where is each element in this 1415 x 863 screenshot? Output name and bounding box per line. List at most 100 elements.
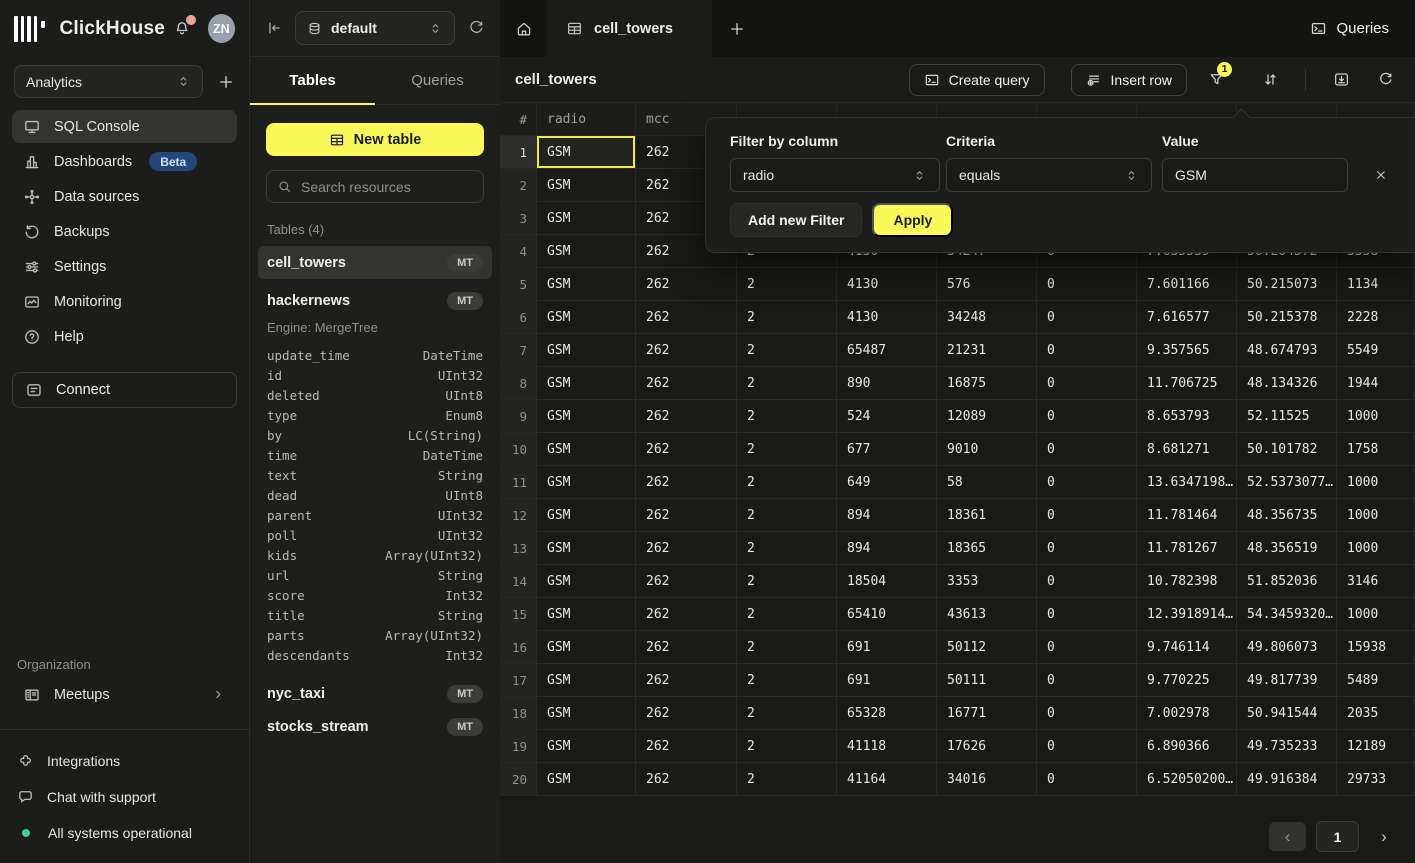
cell-r7-c4[interactable]: 65487 (837, 334, 937, 367)
cell-r19-c6[interactable]: 0 (1037, 730, 1137, 763)
database-select[interactable]: default (295, 11, 455, 45)
cell-r14-c7[interactable]: 10.782398 (1137, 565, 1237, 598)
cell-r14-c8[interactable]: 51.852036 (1237, 565, 1337, 598)
row-number[interactable]: 12 (500, 499, 537, 532)
cell-r20-c3[interactable]: 2 (737, 763, 837, 796)
cell-r13-c1[interactable]: GSM (537, 532, 636, 565)
cell-r15-c3[interactable]: 2 (737, 598, 837, 631)
insert-row-button[interactable]: Insert row (1071, 64, 1187, 96)
cell-r4-c1[interactable]: GSM (537, 235, 636, 268)
cell-r6-c6[interactable]: 0 (1037, 301, 1137, 334)
cell-r13-c7[interactable]: 11.781267 (1137, 532, 1237, 565)
cell-r11-c8[interactable]: 52.5373077… (1237, 466, 1337, 499)
remove-filter-button[interactable] (1374, 168, 1388, 182)
cell-r7-c5[interactable]: 21231 (937, 334, 1037, 367)
cell-r16-c2[interactable]: 262 (636, 631, 737, 664)
cell-r9-c3[interactable]: 2 (737, 400, 837, 433)
cell-r9-c8[interactable]: 52.11525 (1237, 400, 1337, 433)
row-number[interactable]: 9 (500, 400, 537, 433)
cell-r5-c3[interactable]: 2 (737, 268, 837, 301)
cell-r15-c2[interactable]: 262 (636, 598, 737, 631)
next-page-button[interactable]: › (1369, 827, 1399, 847)
cell-r13-c9[interactable]: 1000 (1337, 532, 1415, 565)
sidebar-item-monitoring[interactable]: Monitoring (12, 285, 237, 318)
cell-r11-c4[interactable]: 649 (837, 466, 937, 499)
cell-r17-c9[interactable]: 5489 (1337, 664, 1415, 697)
cell-r18-c4[interactable]: 65328 (837, 697, 937, 730)
cell-r5-c6[interactable]: 0 (1037, 268, 1137, 301)
sidebar-item-data-sources[interactable]: Data sources (12, 180, 237, 213)
cell-r5-c2[interactable]: 262 (636, 268, 737, 301)
cell-r12-c1[interactable]: GSM (537, 499, 636, 532)
create-query-button[interactable]: Create query (909, 64, 1045, 96)
cell-r8-c6[interactable]: 0 (1037, 367, 1137, 400)
cell-r14-c3[interactable]: 2 (737, 565, 837, 598)
cell-r12-c4[interactable]: 894 (837, 499, 937, 532)
cell-r5-c5[interactable]: 576 (937, 268, 1037, 301)
filter-column-select[interactable]: radio (730, 158, 940, 192)
cell-r9-c7[interactable]: 8.653793 (1137, 400, 1237, 433)
row-number[interactable]: 7 (500, 334, 537, 367)
cell-r18-c5[interactable]: 16771 (937, 697, 1037, 730)
row-number[interactable]: 14 (500, 565, 537, 598)
cell-r16-c9[interactable]: 15938 (1337, 631, 1415, 664)
cell-r9-c2[interactable]: 262 (636, 400, 737, 433)
footer-item-all-systems-operational[interactable]: All systems operational (17, 818, 232, 847)
table-item-stocks-stream[interactable]: stocks_stream MT (258, 710, 492, 743)
sidebar-item-backups[interactable]: Backups (12, 215, 237, 248)
cell-r17-c6[interactable]: 0 (1037, 664, 1137, 697)
cell-r17-c4[interactable]: 691 (837, 664, 937, 697)
new-tab-button[interactable] (712, 0, 761, 57)
cell-r12-c9[interactable]: 1000 (1337, 499, 1415, 532)
cell-r20-c1[interactable]: GSM (537, 763, 636, 796)
cell-r8-c8[interactable]: 48.134326 (1237, 367, 1337, 400)
row-number[interactable]: 19 (500, 730, 537, 763)
cell-r8-c9[interactable]: 1944 (1337, 367, 1415, 400)
current-page[interactable]: 1 (1316, 821, 1359, 852)
sidebar-item-sql-console[interactable]: SQL Console (12, 110, 237, 143)
cell-r11-c9[interactable]: 1000 (1337, 466, 1415, 499)
sort-button[interactable] (1255, 65, 1285, 95)
row-number[interactable]: 17 (500, 664, 537, 697)
cell-r13-c8[interactable]: 48.356519 (1237, 532, 1337, 565)
cell-r12-c6[interactable]: 0 (1037, 499, 1137, 532)
refresh-data-button[interactable] (1370, 65, 1400, 95)
cell-r15-c8[interactable]: 54.3459320… (1237, 598, 1337, 631)
row-number[interactable]: 10 (500, 433, 537, 466)
cell-r12-c5[interactable]: 18361 (937, 499, 1037, 532)
cell-r9-c9[interactable]: 1000 (1337, 400, 1415, 433)
cell-r20-c4[interactable]: 41164 (837, 763, 937, 796)
cell-r16-c5[interactable]: 50112 (937, 631, 1037, 664)
cell-r11-c5[interactable]: 58 (937, 466, 1037, 499)
row-number[interactable]: 11 (500, 466, 537, 499)
cell-r10-c7[interactable]: 8.681271 (1137, 433, 1237, 466)
sidebar-item-dashboards[interactable]: DashboardsBeta (12, 145, 237, 178)
cell-r6-c3[interactable]: 2 (737, 301, 837, 334)
cell-r8-c7[interactable]: 11.706725 (1137, 367, 1237, 400)
cell-r17-c2[interactable]: 262 (636, 664, 737, 697)
cell-r17-c8[interactable]: 49.817739 (1237, 664, 1337, 697)
row-number[interactable]: 13 (500, 532, 537, 565)
cell-r11-c1[interactable]: GSM (537, 466, 636, 499)
cell-r6-c9[interactable]: 2228 (1337, 301, 1415, 334)
cell-r10-c4[interactable]: 677 (837, 433, 937, 466)
new-table-button[interactable]: New table (266, 123, 484, 156)
avatar[interactable]: ZN (208, 14, 235, 43)
cell-r10-c3[interactable]: 2 (737, 433, 837, 466)
cell-r10-c6[interactable]: 0 (1037, 433, 1137, 466)
row-number[interactable]: 15 (500, 598, 537, 631)
filter-value-input[interactable] (1162, 158, 1348, 192)
row-number[interactable]: 3 (500, 202, 537, 235)
cell-r8-c5[interactable]: 16875 (937, 367, 1037, 400)
row-number[interactable]: 18 (500, 697, 537, 730)
cell-r17-c7[interactable]: 9.770225 (1137, 664, 1237, 697)
cell-r15-c1[interactable]: GSM (537, 598, 636, 631)
tab-queries[interactable]: Queries (375, 57, 500, 104)
cell-r11-c3[interactable]: 2 (737, 466, 837, 499)
export-button[interactable] (1326, 65, 1356, 95)
row-number[interactable]: 1 (500, 136, 537, 169)
home-tab-button[interactable] (500, 0, 547, 57)
cell-r12-c8[interactable]: 48.356735 (1237, 499, 1337, 532)
cell-r14-c2[interactable]: 262 (636, 565, 737, 598)
cell-r15-c9[interactable]: 1000 (1337, 598, 1415, 631)
